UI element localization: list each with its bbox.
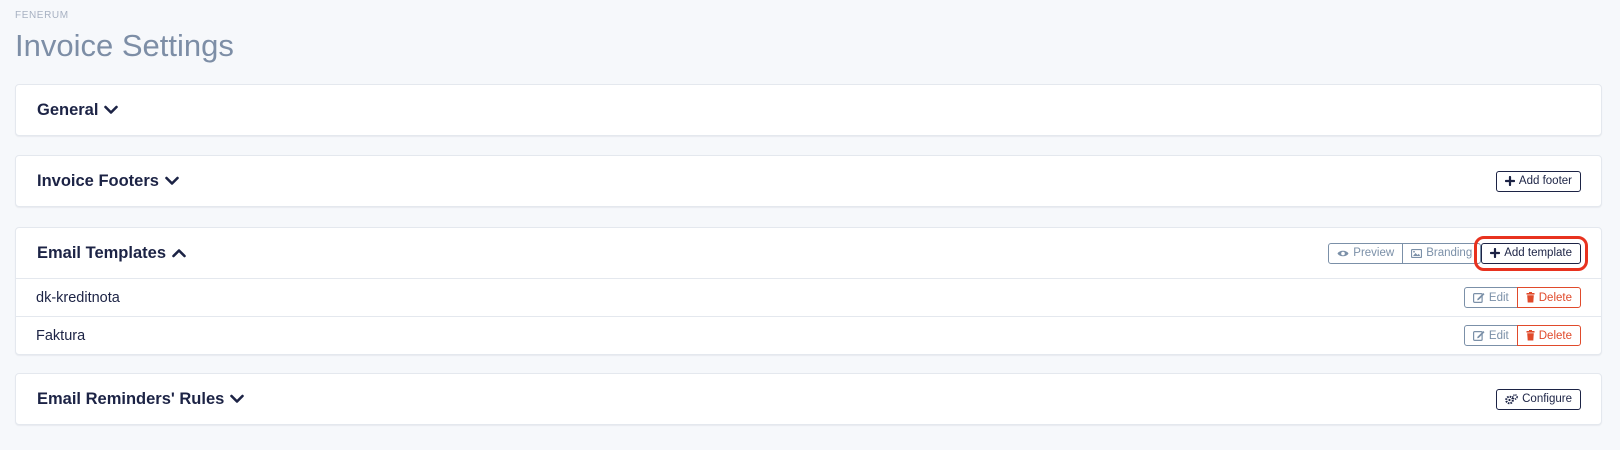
add-template-button[interactable]: Add template [1474, 235, 1588, 271]
brand-label: FENERUM [15, 10, 69, 21]
email-reminders-header: Email Reminders' Rules Configure [16, 374, 1601, 424]
delete-button[interactable]: Delete [1516, 287, 1581, 308]
edit-button[interactable]: Edit [1463, 325, 1518, 346]
invoice-footers-toggle[interactable]: Invoice Footers [37, 172, 179, 191]
branding-button[interactable]: Branding [1402, 242, 1482, 264]
chevron-up-icon [172, 248, 186, 258]
delete-label: Delete [1538, 329, 1572, 342]
chevron-down-icon [165, 176, 179, 186]
invoice-settings-page: FENERUM Invoice Settings General Invoice… [0, 0, 1620, 450]
branding-label: Branding [1426, 247, 1473, 259]
general-title: General [37, 100, 99, 119]
template-row: Faktura Edit Delete [16, 316, 1601, 354]
edit-label: Edit [1488, 291, 1509, 304]
template-row-actions: Edit Delete [1463, 287, 1581, 308]
configure-label: Configure [1522, 393, 1572, 405]
template-name: Faktura [36, 327, 86, 344]
general-toggle[interactable]: General [37, 100, 119, 120]
template-name: dk-kreditnota [36, 289, 120, 306]
configure-button[interactable]: Configure [1496, 388, 1581, 410]
invoice-footers-title: Invoice Footers [37, 171, 159, 190]
plus-icon [1504, 176, 1515, 186]
invoice-footers-header: Invoice Footers Add footer [16, 156, 1601, 206]
template-tools-group: Preview Branding [1328, 242, 1482, 264]
template-row: dk-kreditnota Edit Delete [16, 278, 1601, 316]
chevron-down-icon [104, 105, 119, 115]
email-reminders-title: Email Reminders' Rules [37, 389, 225, 408]
delete-label: Delete [1538, 291, 1572, 304]
email-templates-card: Email Templates Preview Branding Add tem… [15, 227, 1602, 355]
add-template-label: Add template [1504, 247, 1572, 259]
plus-icon [1490, 248, 1501, 258]
email-templates-header: Email Templates Preview Branding Add tem… [16, 228, 1601, 278]
invoice-footers-card: Invoice Footers Add footer [15, 155, 1602, 207]
trash-icon [1526, 330, 1535, 341]
edit-icon [1472, 292, 1485, 303]
preview-button[interactable]: Preview [1328, 242, 1404, 264]
add-footer-label: Add footer [1518, 175, 1572, 187]
email-reminders-toggle[interactable]: Email Reminders' Rules [37, 389, 245, 409]
trash-icon [1526, 292, 1535, 303]
template-row-actions: Edit Delete [1463, 325, 1581, 346]
edit-button[interactable]: Edit [1463, 287, 1518, 308]
preview-label: Preview [1353, 247, 1395, 259]
delete-button[interactable]: Delete [1516, 325, 1581, 346]
email-reminders-card: Email Reminders' Rules Configure [15, 373, 1602, 425]
edit-label: Edit [1488, 329, 1509, 342]
general-header: General [16, 85, 1601, 135]
edit-icon [1472, 330, 1485, 341]
add-footer-button[interactable]: Add footer [1495, 170, 1581, 192]
email-templates-title: Email Templates [37, 243, 166, 262]
general-card: General [15, 84, 1602, 136]
image-icon [1411, 248, 1423, 258]
page-title: Invoice Settings [15, 28, 234, 63]
gears-icon [1505, 393, 1518, 405]
email-templates-actions: Preview Branding Add template [1328, 235, 1588, 271]
chevron-down-icon [230, 394, 245, 404]
eye-icon [1337, 249, 1349, 258]
email-templates-toggle[interactable]: Email Templates [37, 244, 186, 263]
